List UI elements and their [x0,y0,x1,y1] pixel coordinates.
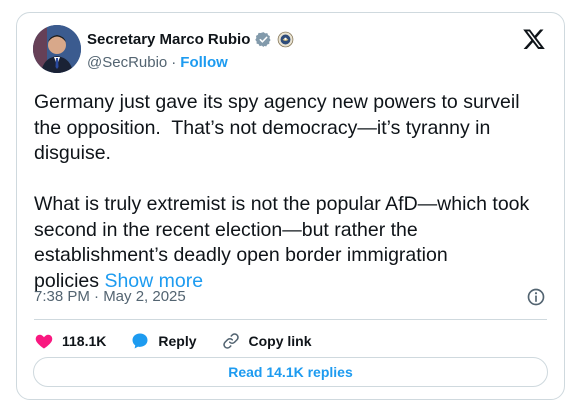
copy-link-button[interactable]: Copy link [221,331,312,351]
tweet-body: Germany just gave its spy agency new pow… [34,91,530,292]
like-button[interactable]: 118.1K [34,331,106,351]
author-name-row: Secretary Marco Rubio [87,31,294,48]
like-count: 118.1K [62,333,107,349]
copy-link-label: Copy link [248,333,312,349]
divider [34,319,547,320]
heart-icon [35,334,53,349]
action-bar: 118.1K Reply Copy link [34,331,336,351]
follow-button[interactable]: Follow [180,54,228,71]
link-icon [222,333,239,349]
info-icon[interactable] [526,287,546,307]
author-handle-row: @SecRubio · Follow [87,54,228,71]
tweet-text: Germany just gave its spy agency new pow… [34,90,554,294]
reply-button[interactable]: Reply [130,331,197,351]
separator-dot: · [171,54,177,71]
seal-icon [278,31,294,48]
read-replies-button[interactable]: Read 14.1K replies [33,357,548,387]
tweet-timestamp[interactable]: 7:38 PM · May 2, 2025 [34,288,186,305]
reply-bubble-icon [132,333,148,349]
author-display-name[interactable]: Secretary Marco Rubio [87,31,250,48]
tweet-card: Secretary Marco Rubio @SecRubio · Follow… [16,12,565,400]
verified-badge-icon [255,32,271,47]
x-logo-icon[interactable] [522,27,546,51]
reply-label: Reply [158,333,197,349]
author-handle[interactable]: @SecRubio [87,54,167,71]
avatar[interactable] [33,25,81,73]
